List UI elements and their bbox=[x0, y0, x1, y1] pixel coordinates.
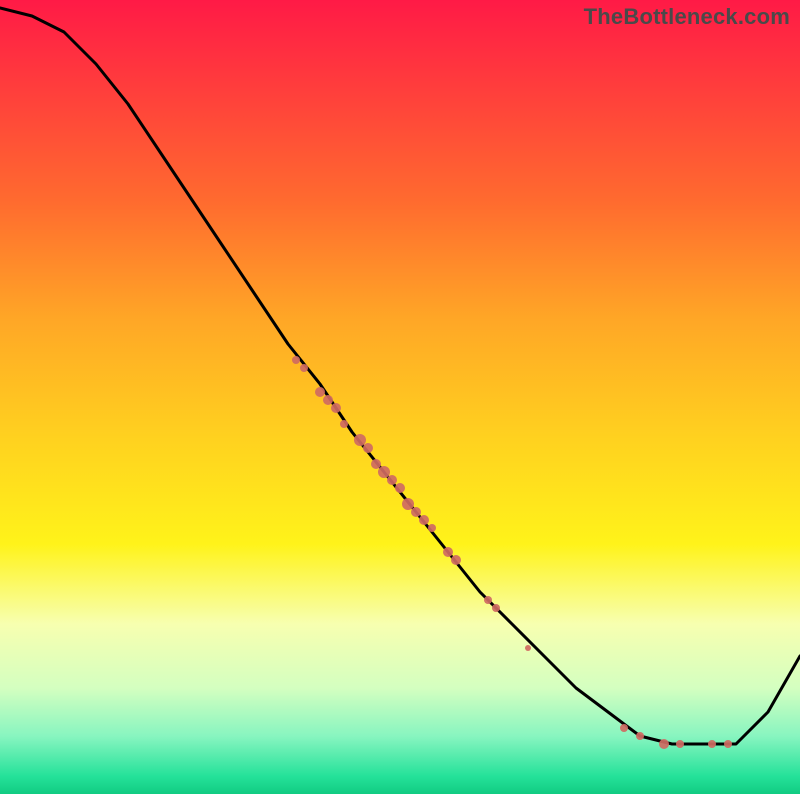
data-point bbox=[636, 732, 644, 740]
data-point bbox=[402, 498, 414, 510]
watermark-text: TheBottleneck.com bbox=[584, 4, 790, 30]
data-point bbox=[525, 645, 531, 651]
data-point bbox=[340, 420, 348, 428]
data-point bbox=[708, 740, 716, 748]
data-point bbox=[411, 507, 421, 517]
data-point bbox=[387, 475, 397, 485]
data-point bbox=[428, 524, 436, 532]
data-point bbox=[378, 466, 390, 478]
plot-svg bbox=[0, 0, 800, 800]
data-point bbox=[292, 356, 300, 364]
data-point bbox=[419, 515, 429, 525]
data-point bbox=[492, 604, 500, 612]
data-point bbox=[363, 443, 373, 453]
data-point bbox=[331, 403, 341, 413]
data-point bbox=[676, 740, 684, 748]
data-point bbox=[323, 395, 333, 405]
data-point bbox=[300, 364, 308, 372]
data-point bbox=[620, 724, 628, 732]
data-point bbox=[371, 459, 381, 469]
data-point bbox=[395, 483, 405, 493]
data-point bbox=[451, 555, 461, 565]
bottleneck-chart: TheBottleneck.com bbox=[0, 0, 800, 800]
data-point bbox=[724, 740, 732, 748]
bottleneck-curve bbox=[0, 8, 800, 744]
data-point bbox=[443, 547, 453, 557]
data-point bbox=[315, 387, 325, 397]
data-point bbox=[354, 434, 366, 446]
data-point bbox=[659, 739, 669, 749]
data-point bbox=[484, 596, 492, 604]
data-point-group bbox=[292, 356, 732, 749]
